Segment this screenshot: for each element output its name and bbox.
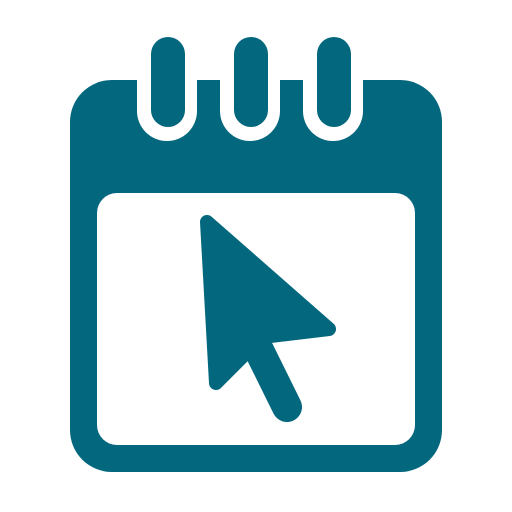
icon-canvas [0, 0, 512, 512]
binder-ring [234, 37, 268, 127]
binder-rings [137, 25, 363, 141]
calendar-click-icon [70, 25, 442, 472]
binder-ring [317, 37, 351, 127]
binder-ring [151, 37, 185, 127]
